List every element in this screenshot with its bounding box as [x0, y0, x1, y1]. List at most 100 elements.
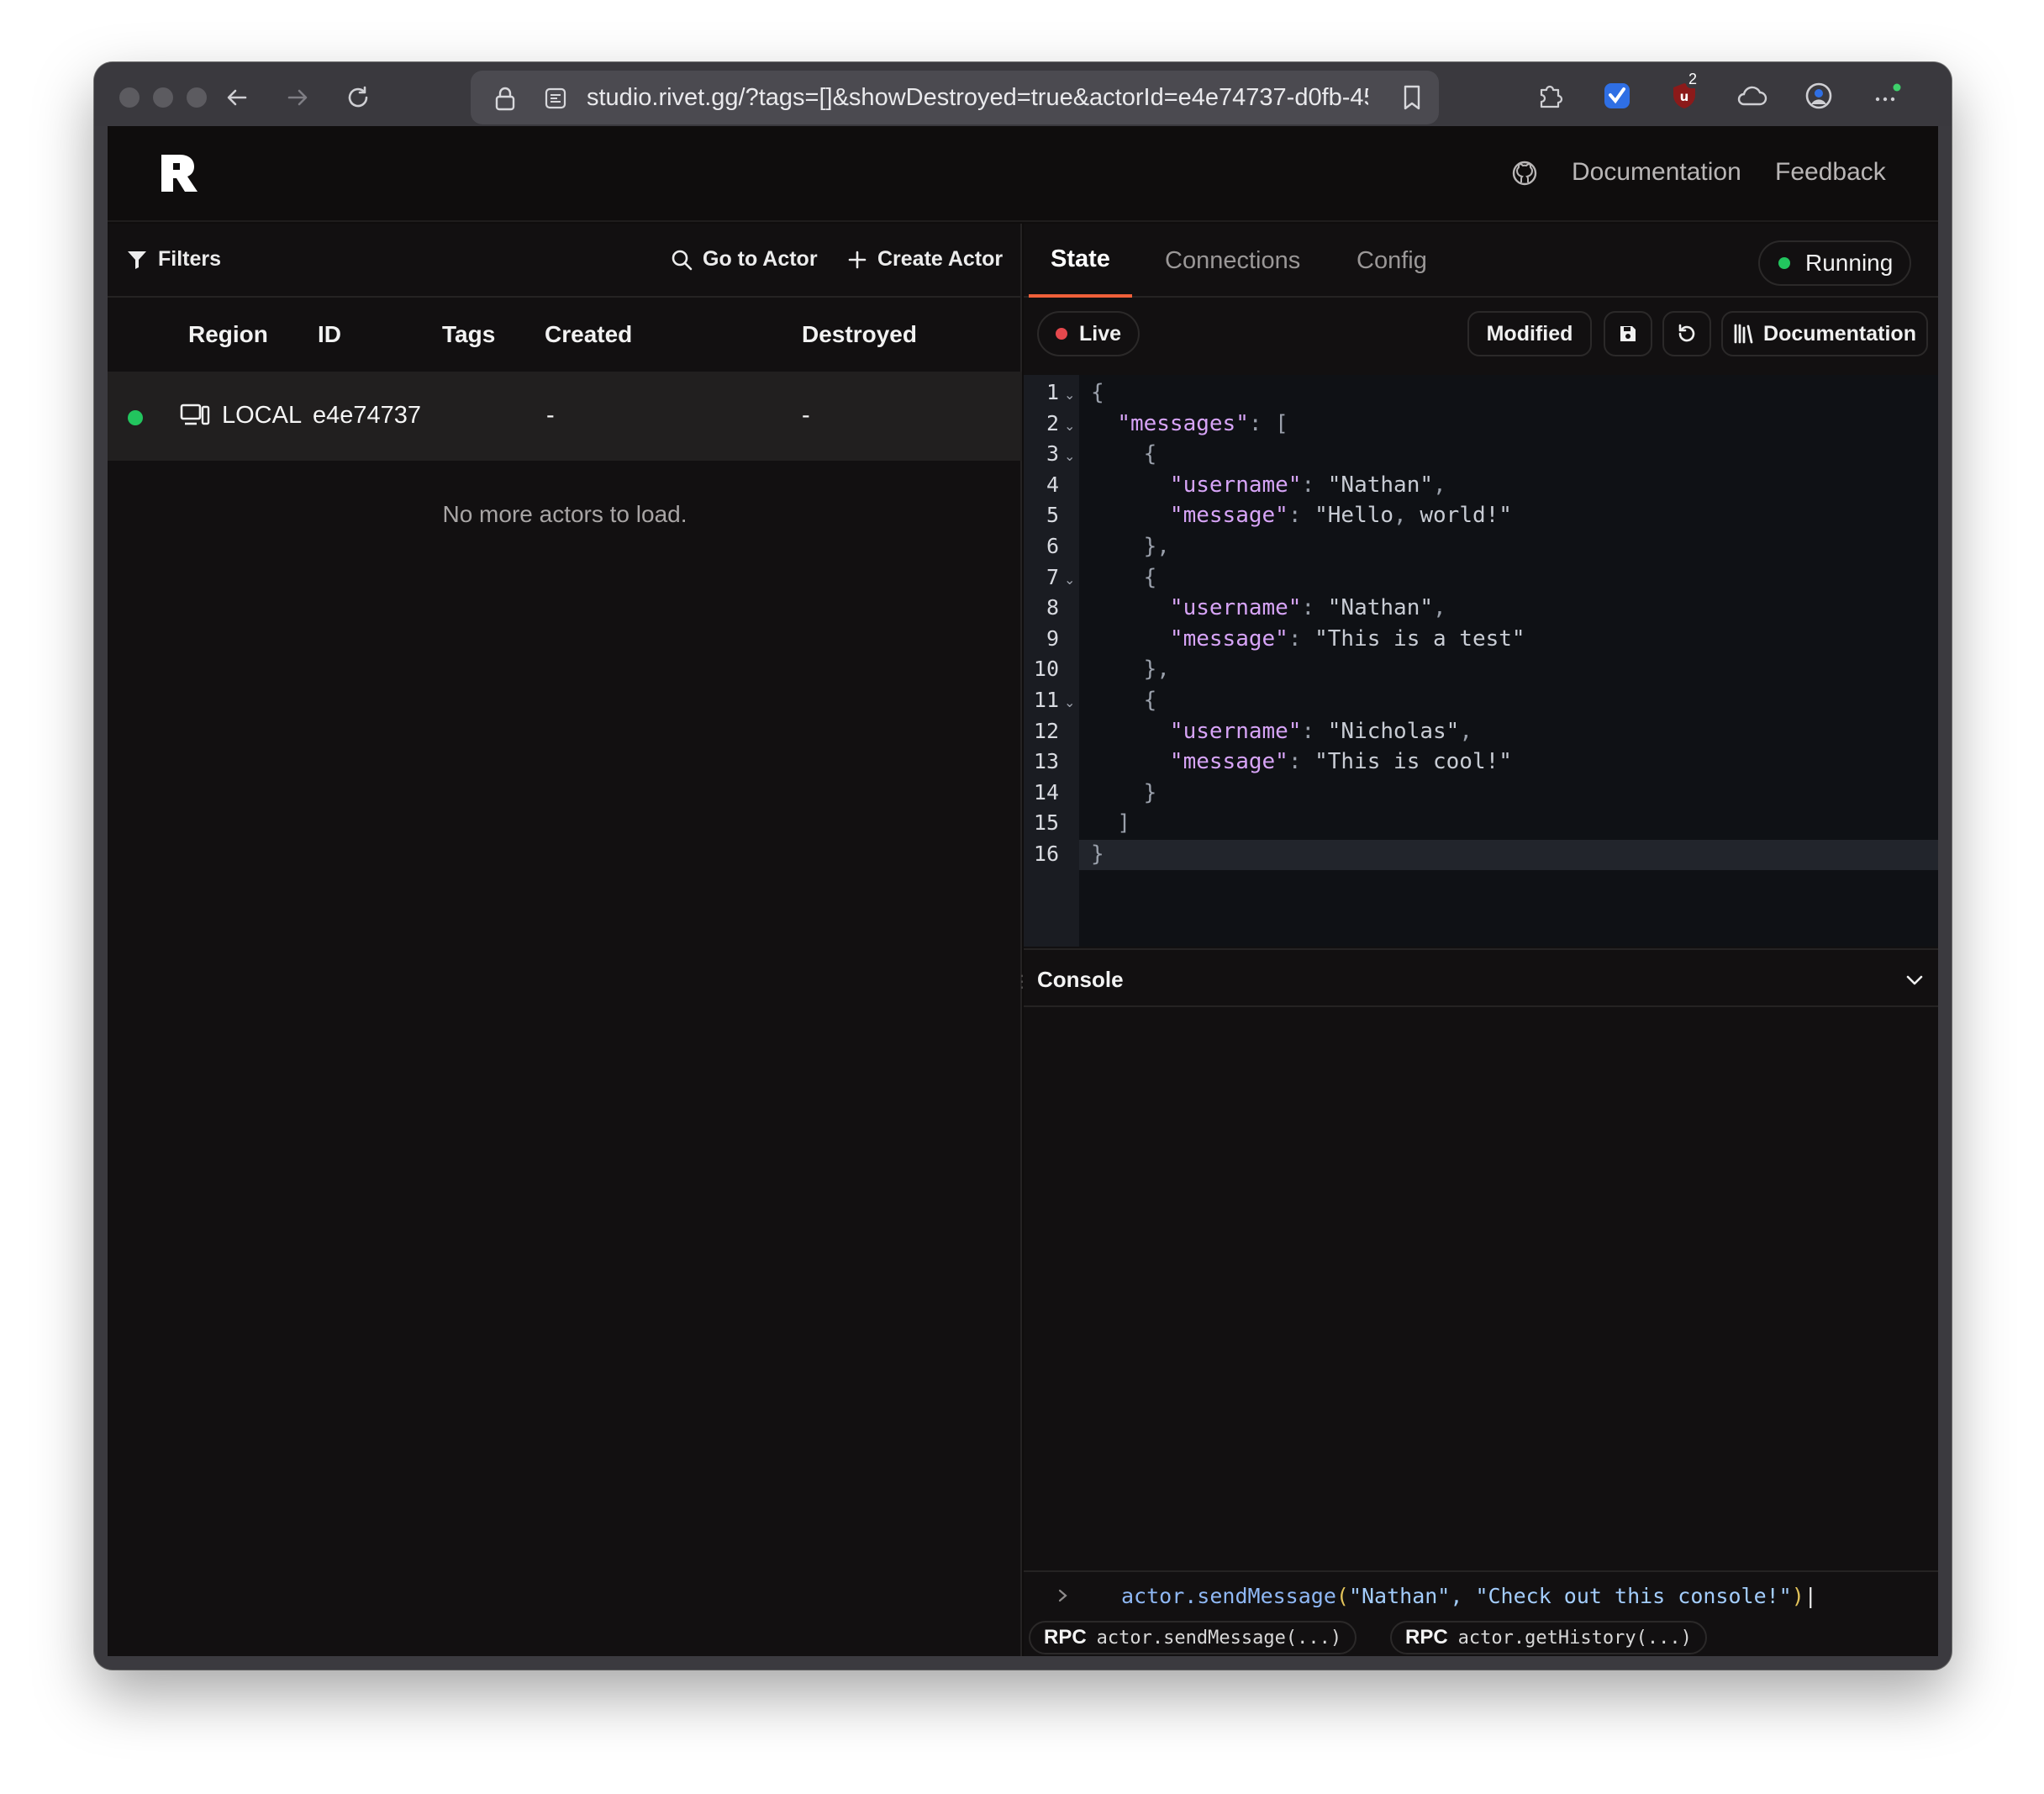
rpc-send-message-button[interactable]: RPC actor.sendMessage(...) — [1029, 1621, 1357, 1654]
browser-window: studio.rivet.gg/?tags=[]&showDestroyed=t… — [94, 62, 1952, 1670]
forward-button[interactable] — [277, 77, 318, 118]
bookmark-icon[interactable] — [1400, 84, 1424, 111]
user-circle-icon — [1805, 82, 1832, 109]
code-line: }, — [1143, 534, 1170, 559]
line-number: 12 — [1033, 718, 1059, 743]
svg-text:u: u — [1680, 89, 1689, 104]
filters-button[interactable]: Filters — [126, 247, 221, 272]
fold-chevron-icon[interactable]: ⌄ — [1064, 694, 1075, 711]
console-title: Console — [1037, 967, 1124, 992]
line-number: 2 — [1046, 410, 1059, 435]
fold-chevron-icon[interactable]: ⌄ — [1064, 387, 1075, 404]
chevron-down-icon[interactable] — [1904, 970, 1925, 990]
cloud-extension-button[interactable] — [1733, 77, 1770, 114]
column-header-created[interactable]: Created — [545, 321, 632, 348]
line-number: 10 — [1033, 657, 1059, 682]
save-button[interactable] — [1604, 311, 1652, 356]
plus-icon — [848, 251, 867, 268]
tab-state[interactable]: State — [1029, 224, 1132, 298]
library-icon — [1734, 324, 1753, 344]
reload-icon — [348, 86, 368, 108]
ublock-extension-button[interactable]: u 2 — [1666, 71, 1703, 114]
browser-toolbar: studio.rivet.gg/?tags=[]&showDestroyed=t… — [94, 62, 1952, 126]
line-number: 6 — [1046, 534, 1059, 558]
line-number: 15 — [1033, 810, 1059, 836]
filters-label: Filters — [158, 247, 222, 271]
account-extension-button[interactable] — [1800, 77, 1837, 114]
column-header-id[interactable]: ID — [318, 321, 341, 348]
back-button[interactable] — [217, 77, 257, 118]
actor-status-dot — [128, 410, 143, 425]
rivet-logo[interactable] — [158, 151, 205, 195]
code-line: "message": "Hello, world!" — [1169, 503, 1512, 529]
rpc-get-history-button[interactable]: RPC actor.getHistory(...) — [1390, 1621, 1707, 1654]
console-output — [1024, 1009, 1938, 1570]
address-bar[interactable]: studio.rivet.gg/?tags=[]&showDestroyed=t… — [471, 71, 1439, 124]
checkmark-shield-icon — [1604, 83, 1630, 108]
fold-chevron-icon[interactable]: ⌄ — [1064, 448, 1075, 465]
code-line: "message": "This is a test" — [1169, 625, 1525, 652]
table-row[interactable]: LOCAL e4e74737 - - — [108, 372, 1022, 461]
browser-menu-button[interactable] — [1868, 77, 1904, 114]
rpc-function-name: actor.getHistory(...) — [1457, 1627, 1692, 1649]
create-actor-button[interactable]: Create Actor — [847, 247, 1003, 272]
fold-chevron-icon[interactable]: ⌄ — [1064, 572, 1075, 588]
extensions-button[interactable] — [1531, 77, 1568, 114]
actor-tabs: State Connections Config Running — [1024, 224, 1938, 298]
code-line: { — [1143, 688, 1157, 713]
column-header-tags[interactable]: Tags — [442, 321, 495, 348]
tab-connections[interactable]: Connections — [1165, 224, 1300, 298]
site-settings-icon[interactable] — [545, 87, 566, 109]
documentation-button-label: Documentation — [1763, 321, 1916, 346]
filter-icon — [128, 251, 146, 269]
reset-button[interactable] — [1662, 311, 1711, 356]
actors-table-header: Region ID Tags Created Destroyed — [108, 299, 1022, 372]
close-window-button[interactable] — [119, 87, 140, 108]
cloud-icon — [1737, 86, 1767, 106]
state-json-editor[interactable]: 1 ⌄ 2 ⌄ 3 ⌄ 4 5 6 7 ⌄ 8 9 10 11 ⌄ 12 13 14 15 16 { "messages… — [1024, 375, 1938, 947]
console-header[interactable]: Console — [1024, 948, 1938, 1007]
puzzle-icon — [1540, 85, 1563, 108]
line-number: 3 — [1046, 441, 1059, 467]
console-input[interactable]: actor.sendMessage("Nathan", "Check out t… — [1024, 1570, 1938, 1619]
code-line: { — [1091, 380, 1104, 405]
line-number: 8 — [1046, 595, 1059, 620]
maximize-window-button[interactable] — [187, 87, 207, 108]
arrow-right-icon — [287, 89, 308, 106]
line-number: 11 — [1033, 688, 1059, 712]
documentation-link[interactable]: Documentation — [1572, 158, 1741, 187]
column-header-destroyed[interactable]: Destroyed — [802, 321, 917, 348]
column-header-region[interactable]: Region — [188, 321, 268, 348]
more-horizontal-icon — [1875, 83, 1901, 102]
rpc-function-name: actor.sendMessage(...) — [1096, 1627, 1342, 1649]
active-line-highlight — [1079, 840, 1938, 870]
minimize-window-button[interactable] — [153, 87, 173, 108]
code-line: "username": "Nathan", — [1169, 595, 1446, 621]
rpc-tag: RPC — [1405, 1626, 1448, 1649]
code-line: ] — [1117, 810, 1130, 836]
code-line: { — [1143, 564, 1157, 590]
code-line: "messages": [ — [1117, 410, 1288, 436]
panel-resize-handle[interactable]: ⋮ — [1014, 974, 1030, 1004]
code-line: }, — [1143, 657, 1170, 683]
line-number: 1 — [1046, 380, 1059, 404]
live-toggle[interactable]: Live — [1037, 311, 1140, 356]
fold-chevron-icon[interactable]: ⌄ — [1064, 418, 1075, 435]
go-to-actor-button[interactable]: Go to Actor — [671, 247, 818, 272]
github-icon[interactable] — [1511, 160, 1538, 187]
extension-check-button[interactable] — [1599, 77, 1636, 114]
actor-detail-panel: State Connections Config Running Live Mo… — [1024, 224, 1938, 1656]
line-number: 14 — [1033, 779, 1059, 805]
code-line: } — [1091, 842, 1104, 867]
create-actor-label: Create Actor — [877, 247, 1004, 271]
tab-config[interactable]: Config — [1357, 224, 1427, 298]
documentation-button[interactable]: Documentation — [1721, 311, 1928, 356]
line-number: 13 — [1033, 749, 1059, 774]
line-number: 16 — [1033, 842, 1059, 866]
feedback-link[interactable]: Feedback — [1775, 158, 1886, 187]
actor-status-badge: Running — [1758, 240, 1912, 286]
no-more-actors-message: No more actors to load. — [442, 501, 687, 527]
reload-button[interactable] — [338, 77, 378, 118]
line-number: 7 — [1046, 564, 1059, 589]
code-line: { — [1143, 441, 1157, 467]
